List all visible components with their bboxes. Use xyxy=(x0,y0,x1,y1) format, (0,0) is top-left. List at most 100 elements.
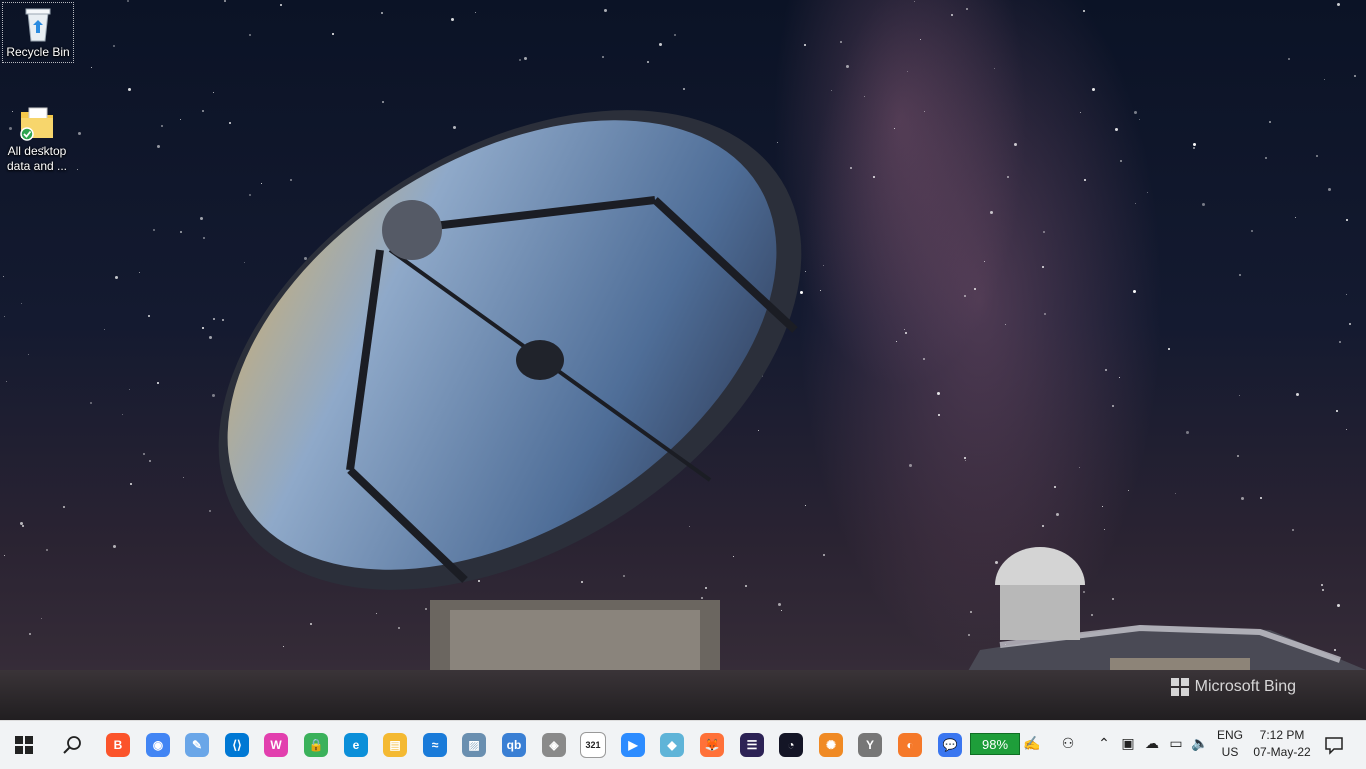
star xyxy=(1014,143,1017,146)
lock-vpn-icon: 🔒 xyxy=(304,733,328,757)
microsoft-logo-icon xyxy=(1170,678,1189,696)
star xyxy=(1193,147,1195,149)
star xyxy=(923,358,925,360)
star xyxy=(1193,143,1196,146)
volume-icon[interactable]: 🔈 xyxy=(1190,733,1210,753)
taskbar-app-app-sync[interactable]: ≈ xyxy=(419,729,451,761)
taskbar-app-photos[interactable]: ▨ xyxy=(458,729,490,761)
search-button[interactable] xyxy=(56,729,88,761)
desktop-icon-recycle-bin[interactable]: Recycle Bin xyxy=(2,2,74,63)
taskbar-app-app-swirl[interactable]: ✺ xyxy=(815,729,847,761)
radio-telescope-image xyxy=(218,110,802,690)
taskbar-app-eclipse[interactable]: ☰ xyxy=(736,729,768,761)
webcam-icon[interactable]: ▣ xyxy=(1118,733,1138,753)
star xyxy=(153,229,155,231)
star xyxy=(1147,192,1148,193)
taskbar-app-calendar[interactable]: 321 xyxy=(577,729,609,761)
star xyxy=(161,125,163,127)
star xyxy=(113,45,115,47)
taskbar-app-zoom[interactable]: ▶ xyxy=(617,729,649,761)
star xyxy=(1079,467,1080,468)
notification-button[interactable] xyxy=(1318,729,1350,761)
taskbar-app-paint[interactable]: ✎ xyxy=(181,729,213,761)
taskbar-app-edge[interactable]: e xyxy=(340,729,372,761)
star xyxy=(964,295,966,297)
people-icon[interactable]: ⚇ xyxy=(1058,733,1078,753)
star xyxy=(129,389,130,390)
bing-watermark: Microsoft Bing xyxy=(1170,678,1296,696)
star xyxy=(90,402,92,404)
star xyxy=(451,18,454,21)
star xyxy=(1175,493,1176,494)
star xyxy=(938,414,940,416)
star xyxy=(1056,513,1059,516)
taskbar-app-app-cube[interactable]: ◆ xyxy=(656,729,688,761)
star xyxy=(3,276,4,277)
star xyxy=(1239,395,1240,396)
star xyxy=(1346,219,1348,221)
star xyxy=(1265,157,1267,159)
star xyxy=(128,88,131,91)
taskbar-app-shield-app[interactable]: ◈ xyxy=(538,729,570,761)
star xyxy=(984,261,985,262)
taskbar-app-file-explorer[interactable]: ▤ xyxy=(379,729,411,761)
taskbar-app-app-w[interactable]: W xyxy=(260,729,292,761)
taskbar-app-vscode[interactable]: ⟨⟩ xyxy=(221,729,253,761)
recycle-bin-icon xyxy=(18,3,58,43)
taskbar-app-firefox[interactable]: 🦊 xyxy=(696,729,728,761)
star xyxy=(1007,176,1009,178)
folder-icon: ▤ xyxy=(383,733,407,757)
star xyxy=(1134,111,1137,114)
clock-badge-icon: Y xyxy=(858,733,882,757)
desktop-icon-folder[interactable]: All desktop data and ... xyxy=(2,102,72,174)
taskbar-app-blender[interactable]: ◐ xyxy=(894,729,926,761)
star xyxy=(990,211,993,214)
star xyxy=(524,57,527,60)
star xyxy=(519,59,521,61)
start-button[interactable] xyxy=(8,729,40,761)
star xyxy=(1084,179,1086,181)
star xyxy=(1115,128,1118,131)
star xyxy=(1288,58,1290,60)
star xyxy=(850,167,852,169)
eclipse-icon: ☰ xyxy=(740,733,764,757)
cloud-icon[interactable]: ☁ xyxy=(1142,733,1162,753)
signal-icon: 💬 xyxy=(938,733,962,757)
star xyxy=(1043,231,1045,233)
taskbar-app-chrome[interactable]: ◉ xyxy=(142,729,174,761)
star xyxy=(148,315,150,317)
star xyxy=(1080,112,1081,113)
battery-percentage-badge[interactable]: 98% xyxy=(970,733,1020,755)
language-indicator[interactable]: ENG US xyxy=(1214,727,1246,761)
star xyxy=(1260,497,1262,499)
pen-icon[interactable]: ✍ xyxy=(1022,733,1042,753)
star xyxy=(804,44,806,46)
battery-icon[interactable]: ▭ xyxy=(1166,733,1186,753)
clock[interactable]: 7:12 PM 07-May-22 xyxy=(1250,727,1314,761)
star xyxy=(280,4,282,6)
star xyxy=(1239,274,1241,276)
star xyxy=(1133,290,1136,293)
star xyxy=(104,329,105,330)
star xyxy=(864,96,865,97)
taskbar-app-vpn[interactable]: 🔒 xyxy=(300,729,332,761)
star xyxy=(28,354,29,355)
star xyxy=(920,39,921,40)
taskbar-app-speedtest[interactable]: ◔ xyxy=(775,729,807,761)
chevron-up-icon[interactable]: ⌃ xyxy=(1094,733,1114,753)
star xyxy=(840,41,842,43)
brave-icon: B xyxy=(106,733,130,757)
star xyxy=(1005,324,1006,325)
star xyxy=(1324,79,1325,80)
star xyxy=(904,329,905,330)
taskbar-app-signal[interactable]: 💬 xyxy=(934,729,966,761)
photos-icon: ▨ xyxy=(462,733,486,757)
star xyxy=(113,545,116,548)
star xyxy=(1328,188,1331,191)
star xyxy=(1092,88,1095,91)
taskbar-app-qbittorrent[interactable]: qb xyxy=(498,729,530,761)
taskbar-app-brave[interactable]: B xyxy=(102,729,134,761)
taskbar-app-app-clock[interactable]: Y xyxy=(854,729,886,761)
star xyxy=(149,460,151,462)
star xyxy=(905,332,907,334)
